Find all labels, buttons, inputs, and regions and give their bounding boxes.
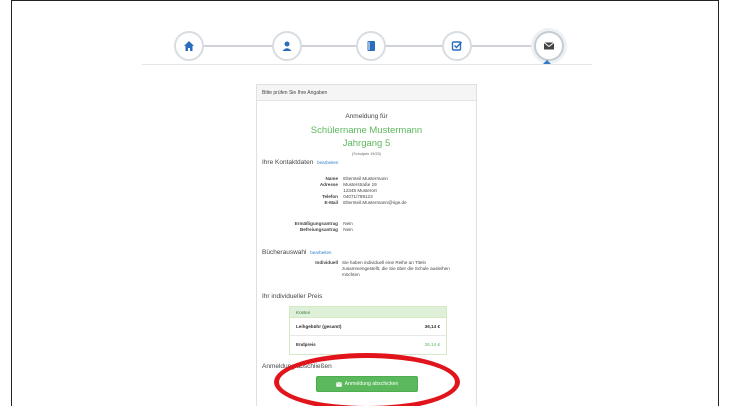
step-connector	[386, 45, 442, 47]
active-step-caret	[543, 60, 551, 64]
step-submit[interactable]	[534, 31, 564, 61]
table-row: Endpreis 36,14 €	[296, 342, 440, 347]
user-icon	[282, 41, 292, 51]
book-icon	[367, 41, 375, 51]
edit-books-link[interactable]: bearbeiten	[310, 250, 331, 255]
envelope-icon	[543, 42, 555, 50]
contact-row-email: E-Mail Elternteil.Mustermann@rige.de	[324, 200, 407, 205]
contact-row-phone: Telefon 04071/789123	[322, 194, 373, 199]
progress-stepper	[174, 30, 564, 64]
books-text-line-2: zusammengestellt, die Sie über die Schul…	[342, 266, 450, 271]
costs-table-header: Kosten	[290, 307, 446, 318]
step-books[interactable]	[356, 31, 386, 61]
home-icon	[184, 41, 194, 51]
step-home[interactable]	[174, 31, 204, 61]
registration-for-label: Anmeldung für	[345, 113, 388, 120]
contact-row-name: Name Elternteil Mustermann	[325, 176, 388, 181]
price-section-title: Ihr individueller Preis	[262, 293, 323, 300]
costs-table: Kosten Leihgebühr (gesamt) 36,14 € Endpr…	[289, 306, 447, 355]
step-connector	[472, 45, 534, 47]
step-contact[interactable]	[272, 31, 302, 61]
books-title: Bücherauswahl	[262, 249, 307, 256]
student-grade: Jahrgang 5	[342, 138, 391, 149]
check-square-icon	[451, 41, 463, 51]
contact-row-city: 12345 Musterort	[343, 188, 377, 193]
books-text-line-3: möchten	[342, 272, 360, 277]
books-text-line-1: Sie haben individuell eine Reihe an Tite…	[342, 260, 427, 265]
table-row: Leihgebühr (gesamt) 36,14 €	[290, 318, 446, 336]
step-connector	[302, 45, 356, 47]
stepper-divider	[142, 64, 592, 65]
exemption-request-row: Befreiungsantrag Nein	[299, 227, 353, 232]
highlight-circle	[274, 353, 460, 406]
school-year: (Schuljahr 19/20)	[352, 152, 381, 156]
step-review[interactable]	[442, 31, 472, 61]
panel-header: Bitte prüfen Sie Ihre Angaben	[257, 85, 476, 101]
contact-row-address: Adresse Musterstraße 19	[319, 182, 377, 187]
student-name: Schülername Mustermann	[310, 125, 423, 136]
books-row: Individuell	[315, 260, 338, 265]
contact-section-title: Ihre Kontaktdaten bearbeiten	[262, 159, 338, 166]
contact-title: Ihre Kontaktdaten	[262, 159, 314, 166]
step-connector	[204, 45, 272, 47]
books-section-title: Bücherauswahl bearbeiten	[262, 249, 332, 256]
reduction-request-row: Ermäßigungsantrag Nein	[294, 221, 353, 226]
edit-contact-link[interactable]: bearbeiten	[317, 160, 338, 165]
